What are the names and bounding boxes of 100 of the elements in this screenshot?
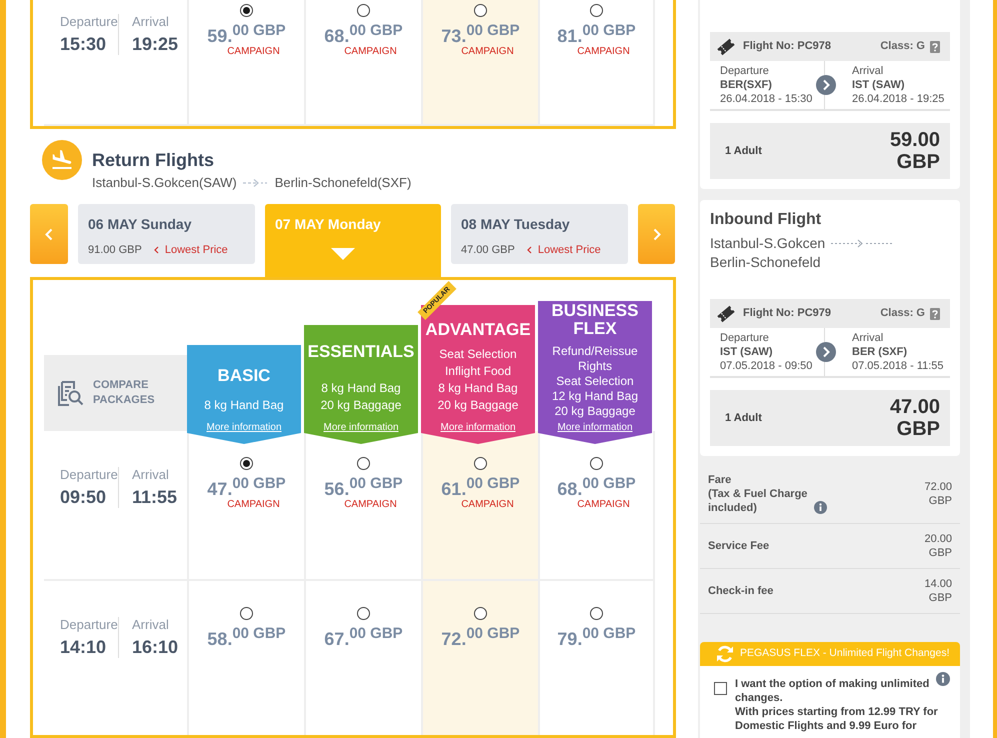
date-tab[interactable]: 06 MAY Sunday 91.00 GBP Lowest Price [78, 204, 255, 264]
dashed-arrow-icon [242, 178, 269, 188]
fare-price: 68.$^{00 GBP}$ [324, 26, 403, 46]
chevron-left-icon [526, 246, 532, 254]
campaign-label: CAMPAIGN [577, 499, 630, 511]
passenger-count: 1 Adult [725, 144, 762, 159]
fare-price: 81.$^{00 GBP}$ [557, 26, 636, 46]
radio-button[interactable] [240, 457, 253, 470]
departure-label: Departure [60, 467, 118, 483]
package-feature: Inflight Food [444, 363, 512, 380]
flex-option-text: I want the option of making unlimited changes. [735, 677, 930, 705]
arrival-label: Arrival [132, 467, 169, 483]
campaign-label: CAMPAIGN [344, 46, 397, 58]
package-feature: Seat Selection [555, 374, 635, 389]
package-feature: 12 kg Hand Bag [550, 389, 640, 404]
radio-button[interactable] [474, 4, 487, 17]
fare-price: 68.$^{00 GBP}$ [557, 479, 636, 499]
departure-label: Departure [60, 617, 118, 633]
charge-amount: 14.00 GBP [923, 577, 952, 605]
date-price: 91.00 GBP [88, 243, 142, 257]
chevron-right-icon [652, 228, 660, 240]
arrival-label: Arrival [852, 64, 884, 78]
date-tab[interactable]: 08 MAY Tuesday 47.00 GBP Lowest Price [451, 204, 628, 264]
flight-datetime: 26.04.2018 - 15:30 [720, 92, 812, 106]
dotted-arrow-icon [831, 239, 894, 248]
arrow-right-circle-icon [816, 75, 836, 95]
radio-button[interactable] [590, 457, 603, 470]
ticket-icon [716, 304, 736, 324]
arrival-label: Arrival [132, 14, 169, 30]
more-information-link[interactable]: More information [206, 421, 282, 435]
route-destination: Berlin-Schonefeld [710, 253, 821, 272]
package-feature: 8 kg Hand Bag [437, 380, 519, 397]
passenger-count: 1 Adult [725, 410, 762, 426]
radio-button[interactable] [357, 607, 370, 620]
radio-button[interactable] [474, 457, 487, 470]
radio-button[interactable] [240, 4, 253, 17]
date-price: 47.00 GBP [461, 243, 515, 257]
info-icon[interactable] [936, 672, 950, 686]
ticket-icon [716, 36, 736, 56]
info-icon[interactable] [814, 501, 827, 514]
more-information-link[interactable]: More information [440, 421, 516, 435]
fare-price: 56.$^{00 GBP}$ [324, 479, 403, 499]
airport-code: IST (SAW) [852, 78, 905, 92]
fare-price: 59.$^{00 GBP}$ [207, 26, 286, 46]
campaign-label: CAMPAIGN [227, 499, 280, 511]
package-feature: 20 kg Baggage [320, 397, 402, 414]
fare-price: 73.$^{00 GBP}$ [441, 26, 520, 46]
help-icon[interactable] [930, 40, 940, 52]
fare-class: Class: G [880, 306, 925, 322]
arrival-time: 11:55 [132, 486, 178, 508]
checkbox[interactable] [714, 682, 727, 695]
arrival-label: Arrival [852, 331, 884, 345]
flight-datetime: 07.05.2018 - 09:50 [720, 359, 812, 373]
arrow-right-circle-icon [816, 342, 836, 362]
document-search-icon [57, 380, 84, 406]
radio-button[interactable] [240, 607, 253, 620]
charge-label: Check-in fee [708, 584, 774, 598]
departure-label: Departure [60, 14, 118, 30]
airport-code: IST (SAW) [720, 345, 773, 359]
caret-down-icon [331, 248, 355, 260]
package-feature: Seat Selection [438, 346, 518, 363]
arrival-time: 16:10 [132, 636, 178, 658]
fare-price: 72.$^{00 GBP}$ [441, 629, 520, 649]
radio-button[interactable] [474, 607, 487, 620]
flight-number: Flight No: PC979 [743, 306, 832, 322]
radio-button[interactable] [590, 4, 603, 17]
landing-plane-icon [42, 140, 82, 180]
package-feature: 8 kg Hand Bag [320, 380, 402, 397]
flex-option-title: PEGASUS FLEX - Unlimited Flight Changes! [740, 646, 950, 662]
campaign-label: CAMPAIGN [461, 46, 514, 58]
charge-label: Fare [708, 473, 732, 487]
airport-code: BER (SXF) [852, 345, 907, 359]
card-title: Inbound Flight [710, 210, 822, 230]
radio-button[interactable] [590, 607, 603, 620]
charge-amount: 72.00 GBP [923, 480, 952, 508]
refresh-icon [715, 644, 735, 664]
fare-price: 47.$^{00 GBP}$ [207, 479, 286, 499]
arrival-label: Arrival [132, 617, 169, 633]
departure-time: 14:10 [60, 636, 106, 658]
radio-button[interactable] [357, 4, 370, 17]
fare-price: 61.$^{00 GBP}$ [441, 479, 520, 499]
chevron-left-icon [154, 246, 159, 254]
departure-label: Departure [720, 331, 769, 345]
compare-packages-button[interactable]: COMPARE PACKAGES [44, 355, 187, 431]
radio-button[interactable] [357, 457, 370, 470]
package-name: ADVANTAGE [424, 320, 532, 339]
more-information-link[interactable]: More information [323, 421, 399, 435]
departure-time: 09:50 [60, 486, 106, 508]
more-information-link[interactable]: More information [557, 421, 633, 435]
airport-code: BER(SXF) [720, 78, 772, 92]
charge-label: Service Fee [708, 539, 770, 553]
route-origin: Istanbul-S.Gokcen [710, 234, 826, 253]
package-name: BUSINESS FLEX [550, 302, 640, 338]
help-icon[interactable] [930, 308, 940, 320]
fare-price: 79.$^{00 GBP}$ [557, 629, 636, 649]
total-price: 59.00 GBP [888, 129, 940, 173]
flex-option-details: With prices starting from 12.99 TRY for Domestic Flights and 9.99 Euro for [735, 705, 939, 733]
package-feature: 8 kg Hand Bag [203, 397, 285, 414]
package-feature: Refund/Reissue Rights [551, 344, 639, 374]
package-feature: 20 kg Baggage [436, 397, 520, 414]
